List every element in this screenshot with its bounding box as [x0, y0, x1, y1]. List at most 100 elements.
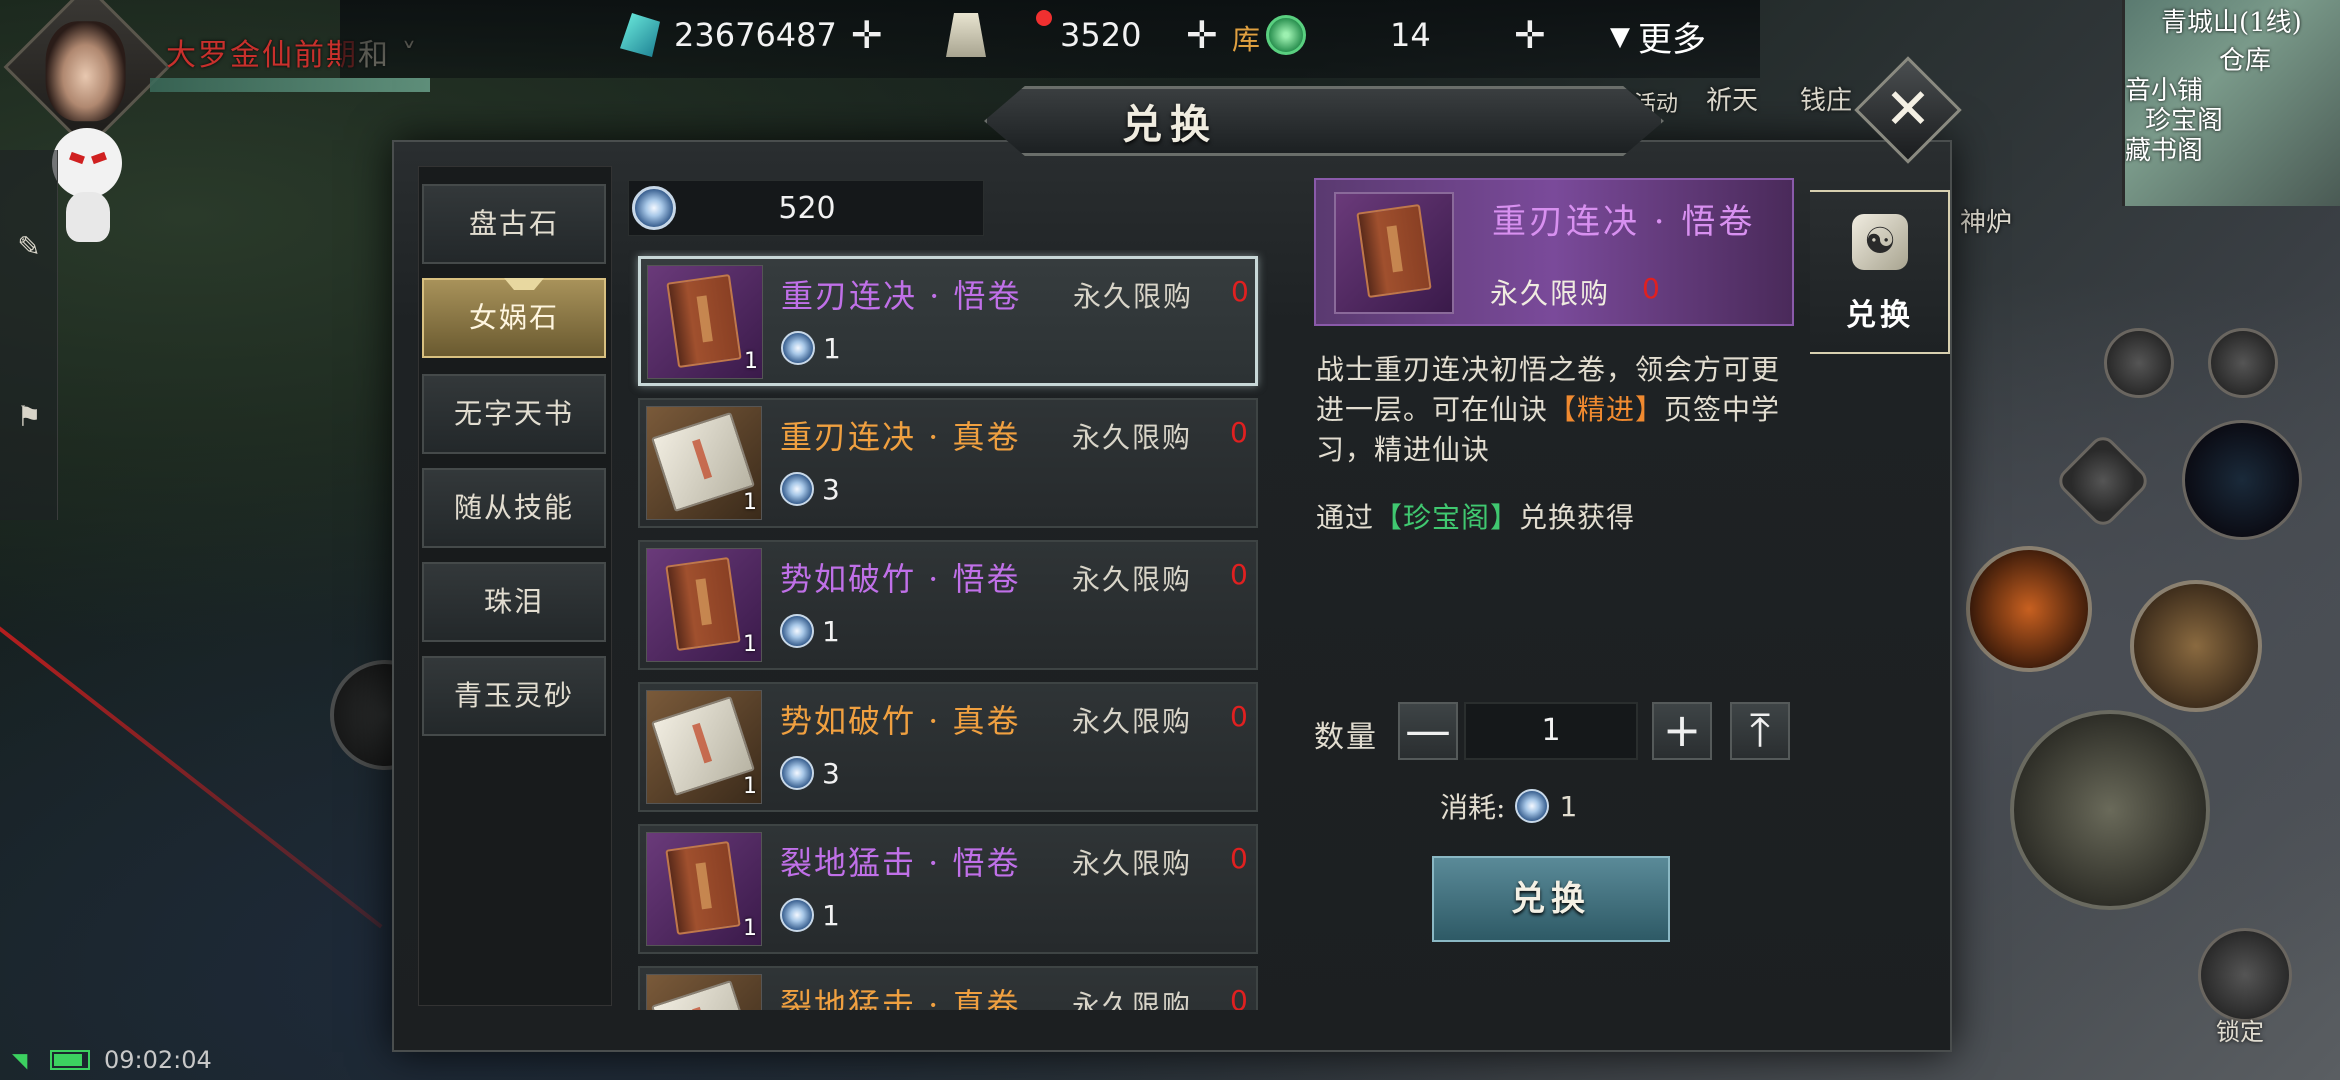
tab-exchange-label: 兑换 [1846, 298, 1914, 333]
max-quantity-button[interactable]: ⤒ [1730, 702, 1790, 760]
skill-button-2[interactable] [2130, 580, 2262, 712]
crystal-amount: 23676487 [674, 16, 837, 54]
category-follower-skill[interactable]: 随从技能 [422, 468, 606, 548]
list-item[interactable]: 1 势如破竹 · 真卷 永久限购 0 3 [638, 682, 1258, 812]
exchange-bag-icon: ☯ [1852, 214, 1908, 270]
scroll-amount: 3520 [1060, 16, 1142, 54]
item-thumbnail: 1 [647, 265, 763, 379]
exchange-button[interactable]: 兑换 [1432, 856, 1670, 942]
book-icon [651, 979, 755, 1010]
quantity-input[interactable]: 1 [1464, 702, 1638, 760]
item-limit: 永久限购 [1072, 563, 1193, 596]
item-limit-count: 0 [1230, 416, 1248, 449]
nuwa-stone-icon [780, 472, 814, 506]
item-limit: 永久限购 [1072, 705, 1193, 738]
lock-target-button[interactable] [2198, 928, 2292, 1022]
minimap[interactable]: 青城山(1线) 仓库 音小铺 珍宝阁 藏书阁 [2122, 0, 2340, 206]
item-name: 裂地猛击 · 真卷 [780, 986, 1021, 1010]
background-red-beam [0, 580, 383, 929]
item-cost: 3 [780, 756, 840, 790]
item-cost: 1 [780, 898, 840, 932]
item-thumbnail: 1 [646, 974, 762, 1010]
category-pangu-stone[interactable]: 盘古石 [422, 184, 606, 264]
left-side-strip: ✎ ⚑ [0, 150, 58, 520]
nuwa-stone-icon [780, 898, 814, 932]
list-item[interactable]: 1 重刃连决 · 真卷 永久限购 0 3 [638, 398, 1258, 528]
item-name: 裂地猛击 · 悟卷 [780, 844, 1021, 882]
realm-text: 大罗金仙前期 [166, 38, 358, 73]
crystal-icon [620, 13, 660, 57]
item-limit-count: 0 [1230, 558, 1248, 591]
book-icon [665, 556, 741, 652]
item-name: 势如破竹 · 悟卷 [780, 560, 1021, 598]
list-item[interactable]: 1 裂地猛击 · 悟卷 永久限购 0 1 [638, 824, 1258, 954]
warehouse-label: 库 [1232, 23, 1261, 56]
mascot-body [66, 192, 110, 242]
jade-amount: 14 [1390, 16, 1431, 54]
pray-label[interactable]: 祈天 [1706, 80, 1758, 117]
category-nuwa-stone[interactable]: 女娲石 [422, 278, 606, 358]
decrease-quantity-button[interactable]: — [1398, 702, 1458, 760]
detail-limit-count: 0 [1642, 272, 1660, 305]
flag-icon[interactable]: ⚑ [12, 400, 46, 434]
nuwa-stone-icon [1515, 789, 1550, 823]
nuwa-stone-icon [780, 756, 814, 790]
cost-row: 消耗: 1 [1440, 786, 1577, 826]
crystal-resource: 23676487 ✛ [620, 10, 883, 60]
add-crystal-icon[interactable]: ✛ [851, 13, 883, 57]
more-button[interactable]: ▼ 更多 [1610, 12, 1706, 61]
list-item[interactable]: 1 势如破竹 · 悟卷 永久限购 0 1 [638, 540, 1258, 670]
minimap-place: 仓库 [2219, 46, 2272, 76]
collapse-arrow-icon[interactable] [2053, 431, 2153, 531]
book-icon [651, 411, 755, 513]
item-cost: 1 [781, 331, 841, 365]
minimap-place: 藏书阁 [2125, 136, 2204, 166]
item-cost-value: 3 [822, 756, 840, 790]
source-highlight: 【珍宝阁】 [1374, 501, 1520, 534]
item-thumbnail: 1 [646, 548, 762, 662]
pill-icon[interactable]: ✎ [12, 230, 46, 264]
detail-item-name: 重刃连决 · 悟卷 [1492, 202, 1756, 242]
furnace-label[interactable]: 神炉 [1960, 202, 2012, 239]
item-limit-count: 0 [1231, 275, 1249, 308]
item-list[interactable]: 1 重刃连决 · 悟卷 永久限购 0 1 1 重刃连决 · 真卷 永久限购 0 … [628, 250, 1268, 1010]
bank-label[interactable]: 钱庄 [1800, 80, 1852, 117]
detail-limit: 永久限购 [1490, 277, 1611, 310]
desc-highlight: 【精进】 [1548, 393, 1665, 426]
add-jade-icon[interactable]: ✛ [1514, 13, 1546, 57]
jade-resource: 14 [1266, 10, 1431, 60]
chevron-down-icon: ▼ [1610, 21, 1630, 52]
bag-icon[interactable] [2104, 328, 2174, 398]
add-scroll-icon[interactable]: ✛ [1186, 13, 1218, 57]
list-item[interactable]: 1 重刃连决 · 悟卷 永久限购 0 1 [638, 256, 1258, 386]
item-qty: 1 [743, 916, 757, 941]
category-pearl-tear[interactable]: 珠泪 [422, 562, 606, 642]
jade-icon [1266, 15, 1306, 55]
category-jade-sand[interactable]: 青玉灵砂 [422, 656, 606, 736]
skill-button-1[interactable] [1966, 546, 2092, 672]
detail-thumbnail [1334, 192, 1454, 314]
attack-sword-button[interactable] [2010, 710, 2210, 910]
wifi-icon: ◥ [12, 1048, 28, 1072]
item-description: 战士重刃连决初悟之卷，领会方可更进一层。可在仙诀【精进】页签中学习，精进仙诀 [1316, 350, 1796, 470]
add-jade: ✛ [1514, 10, 1546, 60]
list-item[interactable]: 1 裂地猛击 · 真卷 永久限购 0 3 [638, 966, 1258, 1010]
battery-icon [50, 1050, 90, 1070]
item-cost-value: 1 [822, 898, 840, 932]
increase-quantity-button[interactable]: + [1652, 702, 1712, 760]
item-name: 重刃连决 · 悟卷 [781, 277, 1022, 315]
item-name: 势如破竹 · 真卷 [780, 702, 1021, 740]
clock-text: 09:02:04 [104, 1046, 212, 1074]
item-thumbnail: 1 [646, 406, 762, 520]
yin-yang-icon[interactable] [2182, 420, 2302, 540]
player-hp-bar [150, 78, 430, 92]
category-wordless-book[interactable]: 无字天书 [422, 374, 606, 454]
item-limit-count: 0 [1230, 984, 1248, 1010]
cost-label: 消耗: [1440, 791, 1506, 824]
tab-exchange[interactable]: ☯ 兑换 [1810, 190, 1950, 354]
target-icon[interactable] [2208, 328, 2278, 398]
item-thumbnail: 1 [646, 832, 762, 946]
nuwa-stone-icon [632, 186, 676, 230]
item-thumbnail: 1 [646, 690, 762, 804]
mascot-head [52, 128, 122, 198]
